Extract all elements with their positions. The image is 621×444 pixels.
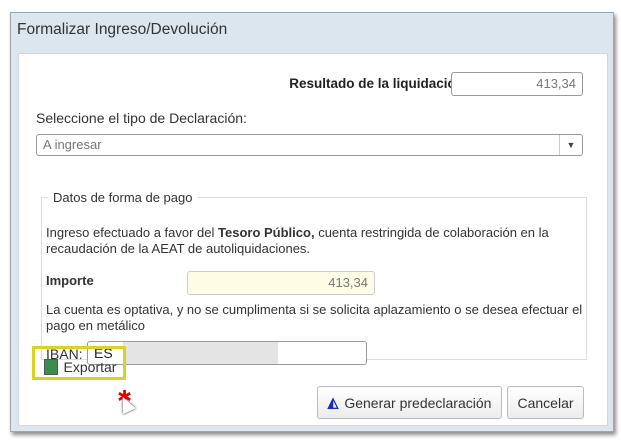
exportar-button[interactable]: Exportar [37,350,123,383]
tipo-selected: A ingresar [43,137,102,152]
iban-field[interactable]: ES [87,341,367,365]
tipo-label: Seleccione el tipo de Declaración: [36,110,247,126]
dialog: Formalizar Ingreso/Devolución Resultado … [10,12,614,432]
importe-field[interactable]: 413,34 [187,271,375,295]
pago-text: Ingreso efectuado a favor del Tesoro Púb… [46,225,582,257]
generar-button[interactable]: ◭ Generar predeclaración [317,386,502,419]
pago-legend: Datos de forma de pago [53,190,193,205]
dialog-title: Formalizar Ingreso/Devolución [17,21,228,38]
pago-text-bold: Tesoro Público, [218,225,315,240]
importe-label: Importe [46,273,94,288]
resultado-label: Resultado de la liquidación [289,76,464,91]
exportar-label: Exportar [63,358,117,375]
dialog-body: Resultado de la liquidación 413,34 Selec… [18,53,608,426]
chevron-down-icon[interactable]: ▼ [559,135,582,155]
export-icon [43,358,58,375]
aeat-logo-icon: ◭ [327,394,339,410]
pago-text-pre: Ingreso efectuado a favor del [46,225,219,240]
tipo-select[interactable]: A ingresar ▼ [36,134,583,156]
cancelar-button[interactable]: Cancelar [507,386,584,419]
pago-fieldset: Datos de forma de pago Ingreso efectuado… [41,190,587,365]
resultado-field[interactable]: 413,34 [451,72,583,96]
generar-label: Generar predeclaración [344,394,492,411]
pago-note: La cuenta es optativa, y no se cumplimen… [46,302,583,333]
